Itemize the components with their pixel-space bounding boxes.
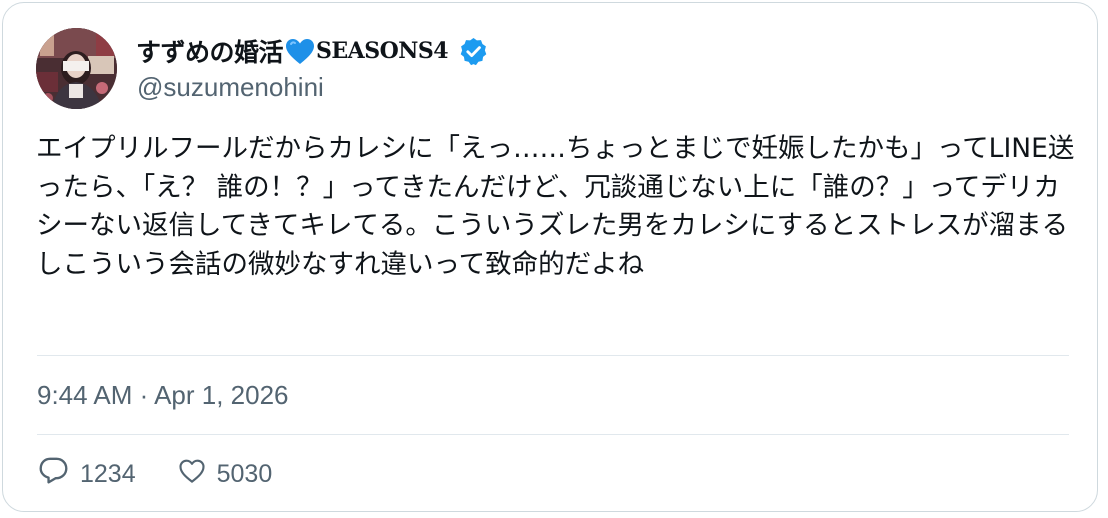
action-bar: 1234 5030: [37, 454, 272, 494]
tweet-text: エイプリルフールだからカレシに「えっ……ちょっとまじで妊娠したかも」ってLINE…: [36, 133, 1075, 280]
heart-outline-icon: [177, 456, 207, 493]
verified-badge-icon: [458, 36, 489, 71]
tweet-timestamp[interactable]: 9:44 AM · Apr 1, 2026: [37, 380, 289, 411]
author-name-row[interactable]: すずめの婚活 SEASONS4: [136, 33, 489, 69]
author-handle[interactable]: @suzumenohini: [137, 72, 324, 103]
avatar[interactable]: [36, 28, 117, 109]
reply-bubble-icon: [37, 454, 70, 494]
author-name-suffix[interactable]: SEASONS4: [316, 38, 449, 64]
divider: [37, 355, 1069, 356]
blue-heart-icon: [285, 38, 315, 69]
divider: [37, 434, 1069, 435]
reply-count: 1234: [80, 459, 136, 488]
like-button[interactable]: 5030: [177, 456, 273, 493]
tweet-card: すずめの婚活 SEASONS4 @suzumenohini エイプリルフールだか…: [2, 2, 1098, 512]
profile-photo: [36, 28, 117, 109]
reply-button[interactable]: 1234: [37, 454, 136, 494]
like-count: 5030: [216, 459, 273, 488]
author-display-name[interactable]: すずめの婚活: [136, 33, 284, 69]
